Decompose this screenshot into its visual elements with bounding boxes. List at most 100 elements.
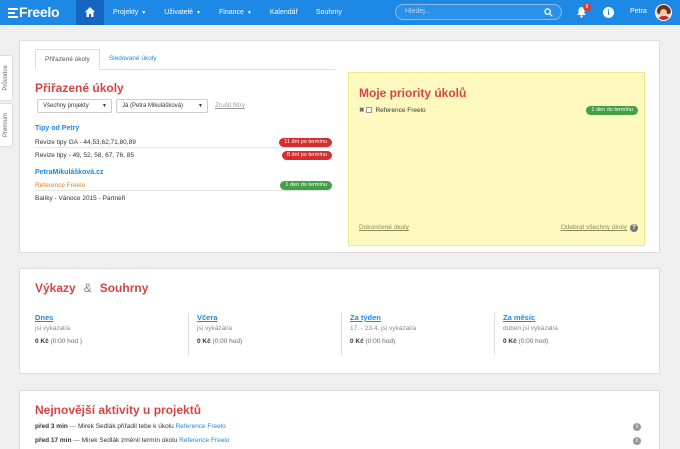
- stat-hours: (0:00 hod): [365, 338, 396, 345]
- stat-subtitle: jsi vykázal/a: [35, 325, 71, 332]
- activity-time: před 17 min: [35, 437, 72, 444]
- stat-hours: (0:00 hod): [518, 338, 549, 345]
- activity-text: Mirek Sedlák změnil termín úkolu: [81, 437, 178, 444]
- tab-followed-tasks[interactable]: Sledované úkoly: [100, 49, 166, 70]
- nav-finance[interactable]: Finance ▼: [219, 0, 252, 25]
- top-navigation-bar: Freelo Projekty ▼ Uživatelé ▼ Finance ▼ Kal…: [0, 0, 680, 25]
- reports-title-left[interactable]: Výkazy: [35, 281, 76, 295]
- task-row[interactable]: Revize tipy GA - 44,53,62,71,80,89 11 dn…: [35, 137, 332, 148]
- task-tabs: Přiřazené úkoly Sledované úkoly: [35, 49, 166, 70]
- stat-subtitle: 17. - 23.4. jsi vykázal/a: [350, 325, 417, 332]
- stat-hours: (0:00 hod ): [50, 338, 82, 345]
- home-button[interactable]: [76, 0, 104, 25]
- activity-item: před 17 min — Mirek Sedlák změnil termín…: [35, 436, 647, 446]
- task-row[interactable]: Balíky - Vánoce 2015 - Partneři: [35, 193, 332, 204]
- nav-calendar[interactable]: Kalendář: [270, 0, 298, 25]
- task-name: Reference Freelo: [35, 182, 86, 189]
- stat-label[interactable]: Dnes: [35, 313, 188, 322]
- stats-row: Dnes jsi vykázal/a 0 Kč (0:00 hod ) Včer…: [35, 313, 647, 355]
- chevron-down-icon: ▼: [141, 10, 147, 16]
- project-filter-select[interactable]: Všechny projekty ▼: [37, 99, 112, 113]
- task-checkbox[interactable]: [366, 107, 373, 114]
- stat-hours: (0:00 hod): [212, 338, 243, 345]
- stat-label[interactable]: Za týden: [350, 313, 494, 322]
- avatar[interactable]: [655, 4, 672, 21]
- info-icon[interactable]: i: [633, 423, 641, 431]
- stat-amount: 0 Kč: [35, 338, 49, 345]
- stat-month: Za měsíc duben jsi vykázal/a 0 Kč (0:00 …: [494, 313, 647, 355]
- freelo-logo[interactable]: Freelo: [8, 4, 60, 20]
- close-icon[interactable]: ✖: [359, 107, 364, 114]
- task-row[interactable]: Revize tipy - 49, 52, 58, 67, 76, 85 8 d…: [35, 150, 332, 161]
- activity-task-link[interactable]: Reference Freelo: [179, 437, 229, 444]
- activity-text: Mirek Sedlák přiřadil tebe k úkolu: [78, 423, 174, 430]
- stat-amount: 0 Kč: [197, 338, 211, 345]
- stat-week: Za týden 17. - 23.4. jsi vykázal/a 0 Kč …: [341, 313, 494, 355]
- activity-card: Nejnovější aktivity u projektů před 3 mi…: [19, 390, 660, 449]
- project-group-title[interactable]: Tipy od Petry: [35, 125, 79, 132]
- nav-summaries[interactable]: Souhrny: [316, 0, 342, 25]
- priority-task-name: Reference Freelo: [375, 107, 426, 114]
- user-name[interactable]: Petra: [630, 8, 647, 15]
- info-icon[interactable]: i: [633, 437, 641, 445]
- nav-summaries-label: Souhrny: [315, 9, 342, 16]
- chevron-down-icon: ▼: [198, 103, 203, 109]
- avatar-body: [658, 16, 670, 20]
- logo-text: Freelo: [19, 4, 60, 20]
- stat-value: 0 Kč (0:00 hod): [197, 338, 341, 345]
- page-title: Přiřazené úkoly: [35, 81, 124, 95]
- reports-card: Výkazy & Souhrny Dnes jsi vykázal/a 0 Kč (…: [19, 268, 660, 374]
- help-icon[interactable]: ?: [630, 224, 638, 232]
- reports-title-amp: &: [83, 281, 92, 295]
- stat-value: 0 Kč (0:00 hod): [503, 338, 647, 345]
- stat-label[interactable]: Včera: [197, 313, 341, 322]
- due-badge: 1 den do termínu: [280, 181, 332, 190]
- nav-users[interactable]: Uživatelé ▼: [164, 0, 201, 25]
- stat-label[interactable]: Za měsíc: [503, 313, 647, 322]
- completed-tasks-link[interactable]: Dokončené úkoly: [359, 224, 409, 231]
- side-tab-premium[interactable]: Premium: [0, 103, 13, 147]
- activity-task-link[interactable]: Reference Freelo: [176, 423, 226, 430]
- side-tab-premium-label: Premium: [3, 112, 9, 138]
- chevron-down-icon: ▼: [102, 103, 107, 109]
- nav-projects[interactable]: Projekty ▼: [113, 0, 146, 25]
- task-row[interactable]: Reference Freelo 1 den do termínu: [35, 180, 332, 191]
- notification-badge: 8: [583, 3, 591, 11]
- reset-filters-link[interactable]: Zrušit filtry: [215, 102, 245, 109]
- chevron-down-icon: ▼: [196, 10, 201, 16]
- priority-item[interactable]: ✖ Reference Freelo 1 den do termínu: [359, 105, 638, 116]
- reports-title-right[interactable]: Souhrny: [100, 281, 149, 295]
- search-input[interactable]: Hledej...: [395, 4, 562, 20]
- task-name: Balíky - Vánoce 2015 - Partneři: [35, 195, 126, 202]
- project-group-title[interactable]: PetraMikulášková.cz: [35, 169, 103, 176]
- stat-value: 0 Kč (0:00 hod ): [35, 338, 188, 345]
- activity-dash: —: [69, 423, 77, 430]
- overdue-badge: 11 dní po termínu: [279, 138, 332, 147]
- stat-today: Dnes jsi vykázal/a 0 Kč (0:00 hod ): [35, 313, 188, 355]
- activity-item: před 3 min — Mirek Sedlák přiřadil tebe …: [35, 422, 647, 432]
- stat-subtitle: duben jsi vykázal/a: [503, 325, 558, 332]
- nav-users-label: Uživatelé: [164, 9, 194, 16]
- home-icon: [85, 7, 95, 17]
- stat-amount: 0 Kč: [350, 338, 364, 345]
- nav-calendar-label: Kalendář: [269, 9, 298, 16]
- user-filter-select[interactable]: Já (Petra Mikulášková) ▼: [116, 99, 208, 113]
- activity-time: před 3 min: [35, 423, 68, 430]
- info-icon[interactable]: i: [603, 7, 614, 18]
- side-tab-guide[interactable]: Průvodce: [0, 55, 13, 101]
- priorities-panel: Moje priority úkolů ✖ Reference Freelo 1 …: [348, 72, 645, 246]
- stat-subtitle: jsi vykázal/a: [197, 325, 233, 332]
- remove-all-tasks-link[interactable]: Odebrat všechny úkoly: [561, 224, 627, 231]
- stat-yesterday: Včera jsi vykázal/a 0 Kč (0:00 hod): [188, 313, 341, 355]
- stat-amount: 0 Kč: [503, 338, 517, 345]
- tab-assigned-tasks[interactable]: Přiřazené úkoly: [35, 49, 100, 70]
- side-tab-guide-label: Průvodce: [3, 65, 9, 91]
- main-nav: Projekty ▼ Uživatelé ▼ Finance ▼ Kalendář S…: [113, 0, 360, 25]
- activity-title: Nejnovější aktivity u projektů: [35, 403, 202, 417]
- nav-projects-label: Projekty: [113, 9, 139, 16]
- tasks-card: Přiřazené úkoly Sledované úkoly Přiřazen…: [19, 40, 660, 253]
- search-icon[interactable]: [544, 8, 553, 17]
- project-filter-value: Všechny projekty: [43, 103, 89, 109]
- activity-dash: —: [73, 437, 80, 444]
- nav-finance-label: Finance: [219, 9, 244, 16]
